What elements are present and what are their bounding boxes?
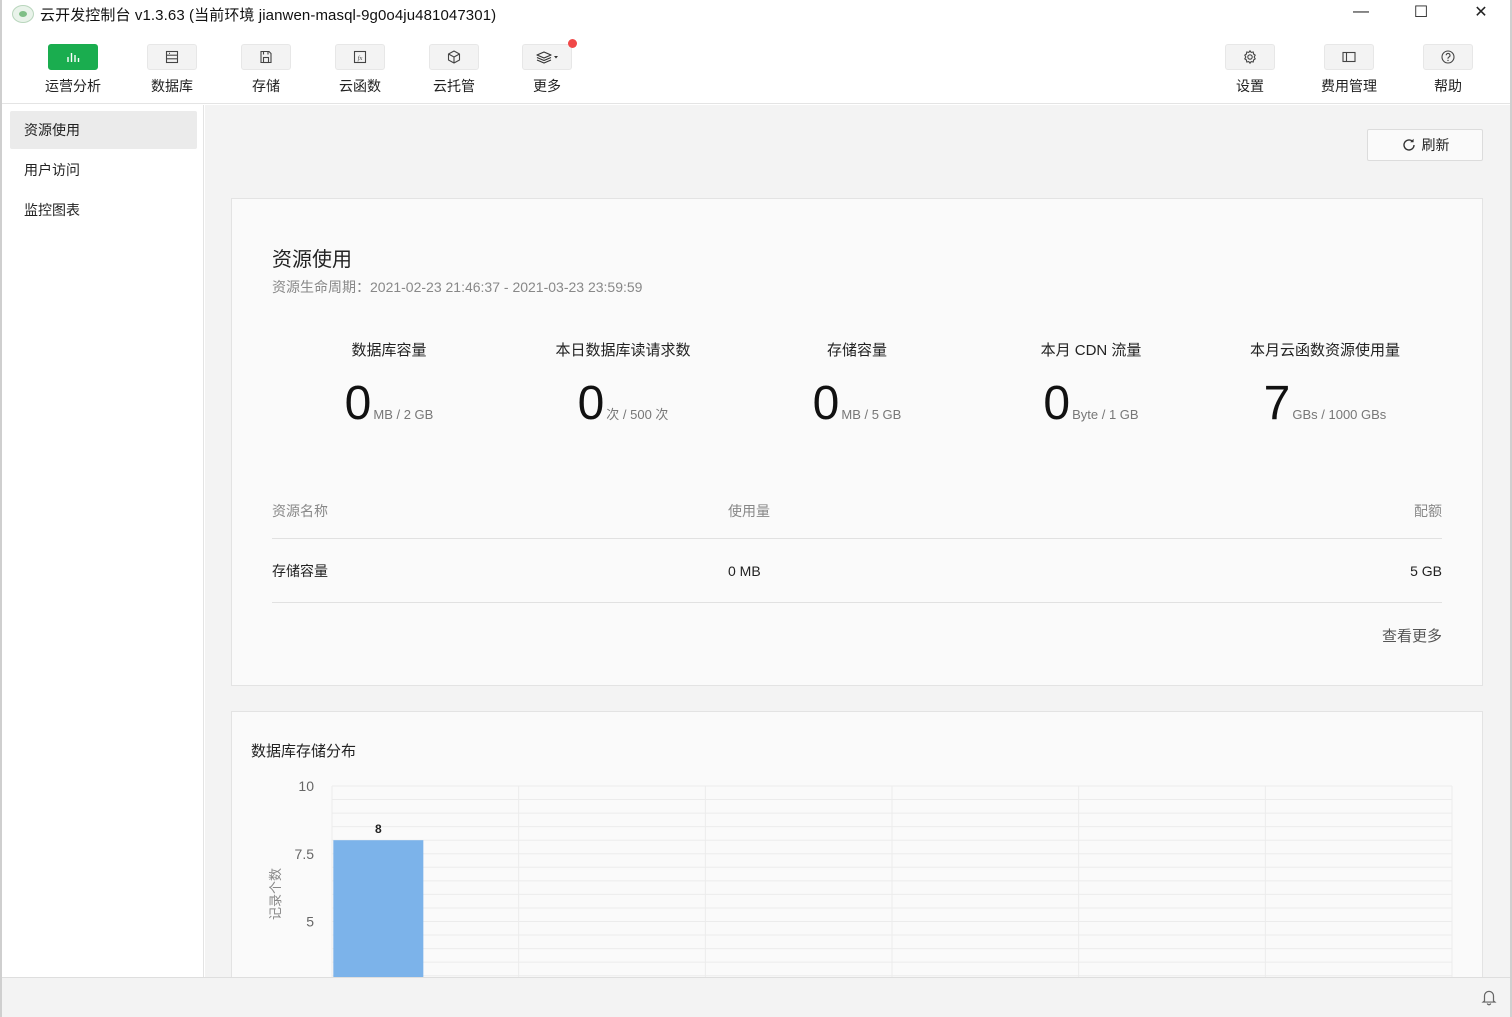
cell-quota: 5 GB: [1410, 563, 1442, 579]
metric-value: 0: [812, 377, 840, 430]
maximize-button[interactable]: ☐: [1392, 0, 1450, 24]
metric-label: 数据库容量: [351, 342, 427, 359]
sidebar: 资源使用 用户访问 监控图表: [2, 105, 204, 977]
metric-value: 7: [1263, 377, 1291, 430]
minimize-button[interactable]: —: [1332, 0, 1390, 24]
layers-dropdown-icon: [522, 39, 577, 70]
refresh-button[interactable]: 刷新: [1367, 129, 1483, 161]
bar-chart: 107.552.5记录个数82211: [268, 778, 1453, 977]
toolbar-cloud-hosting-button[interactable]: 云托管: [414, 44, 494, 96]
status-bar: [2, 977, 1510, 1017]
metric-label: 本月云函数资源使用量: [1249, 342, 1400, 359]
toolbar-label: 云托管: [433, 78, 475, 94]
toolbar-analytics-button[interactable]: 运营分析: [33, 44, 113, 96]
svg-text:fx: fx: [358, 55, 363, 62]
db-storage-chart-card: 数据库存储分布 107.552.5记录个数82211: [231, 711, 1483, 977]
y-axis-label: 记录个数: [268, 868, 283, 920]
close-button[interactable]: ✕: [1452, 0, 1510, 24]
main-content: 刷新 资源使用 资源生命周期：2021-02-23 21:46:37 - 202…: [205, 105, 1510, 977]
toolbar-label: 设置: [1236, 78, 1264, 94]
toolbar-storage-button[interactable]: 存储: [226, 44, 306, 96]
metric-label: 本日数据库读请求数: [555, 342, 691, 359]
toolbar-settings-button[interactable]: 设置: [1210, 44, 1290, 96]
toolbar-help-button[interactable]: 帮助: [1408, 44, 1488, 96]
main-toolbar: 运营分析 数据库 存储 fx 云函数 云托管 更多 设置 费用管理 帮助: [2, 28, 1510, 104]
sidebar-item-resource-usage[interactable]: 资源使用: [10, 111, 197, 149]
metric-function-usage: 本月云函数资源使用量 7 GBs / 1000 GBs: [1208, 339, 1442, 431]
help-icon: [1423, 44, 1473, 70]
toolbar-cloud-function-button[interactable]: fx 云函数: [320, 44, 400, 96]
refresh-icon: [1402, 138, 1415, 151]
y-tick-label: 5: [306, 914, 314, 930]
cube-icon: [429, 44, 479, 70]
refresh-label: 刷新: [1421, 137, 1450, 153]
toolbar-database-button[interactable]: 数据库: [132, 44, 212, 96]
bar-chart-icon: [48, 44, 98, 70]
table-row: 存储容量 0 MB 5 GB: [272, 540, 1442, 603]
column-header-name: 资源名称: [272, 503, 328, 519]
toolbar-label: 费用管理: [1321, 78, 1377, 94]
metric-label: 存储容量: [826, 342, 887, 359]
y-tick-label: 7.5: [295, 846, 315, 862]
metric-unit: 次 / 500 次: [606, 407, 669, 422]
column-header-quota: 配额: [1414, 503, 1442, 519]
metric-unit: GBs / 1000 GBs: [1292, 407, 1387, 422]
function-icon: fx: [335, 44, 385, 70]
notification-badge: [568, 39, 577, 48]
toolbar-label: 运营分析: [45, 78, 101, 94]
toolbar-label: 数据库: [151, 78, 193, 94]
app-logo-icon: [12, 5, 34, 23]
metric-value: 0: [344, 377, 372, 430]
cell-usage: 0 MB: [728, 563, 761, 579]
toolbar-label: 云函数: [339, 78, 381, 94]
metric-unit: Byte / 1 GB: [1072, 407, 1139, 422]
wallet-icon: [1324, 44, 1374, 70]
metric-storage-capacity: 存储容量 0 MB / 5 GB: [740, 339, 974, 431]
card-title: 资源使用: [272, 249, 352, 271]
toolbar-more-button[interactable]: 更多: [507, 39, 587, 96]
resource-table-header: 资源名称 使用量 配额: [272, 499, 1442, 539]
resource-usage-card: 资源使用 资源生命周期：2021-02-23 21:46:37 - 2021-0…: [231, 198, 1483, 686]
metric-db-reads: 本日数据库读请求数 0次 / 500 次: [506, 339, 740, 431]
data-label: 8: [375, 822, 382, 836]
metric-db-capacity: 数据库容量 0 MB / 2 GB: [272, 339, 506, 431]
metric-label: 本月 CDN 流量: [1040, 342, 1142, 359]
toolbar-billing-button[interactable]: 费用管理: [1309, 44, 1389, 96]
chart-bar: [333, 840, 424, 977]
window-title: 云开发控制台 v1.3.63 (当前环境 jianwen-masql-9g0o4…: [40, 6, 497, 24]
metric-cdn-traffic: 本月 CDN 流量 0 Byte / 1 GB: [974, 339, 1208, 431]
view-more-link[interactable]: 查看更多: [1382, 625, 1442, 646]
metric-value: 0: [577, 377, 605, 430]
cell-name: 存储容量: [272, 563, 328, 579]
sidebar-item-user-access[interactable]: 用户访问: [10, 151, 197, 189]
metric-value: 0: [1043, 377, 1071, 430]
metric-unit: MB / 2 GB: [373, 407, 434, 422]
toolbar-label: 帮助: [1434, 78, 1462, 94]
gear-icon: [1225, 44, 1275, 70]
toolbar-label: 存储: [252, 78, 280, 94]
database-icon: [147, 44, 197, 70]
app-window: 云开发控制台 v1.3.63 (当前环境 jianwen-masql-9g0o4…: [0, 0, 1512, 1017]
column-header-usage: 使用量: [728, 503, 770, 519]
metric-unit: MB / 5 GB: [841, 407, 902, 422]
bell-icon[interactable]: [1480, 988, 1498, 1006]
resource-lifecycle: 资源生命周期：2021-02-23 21:46:37 - 2021-03-23 …: [272, 279, 643, 295]
sidebar-item-monitor-charts[interactable]: 监控图表: [10, 191, 197, 229]
title-bar: 云开发控制台 v1.3.63 (当前环境 jianwen-masql-9g0o4…: [2, 0, 1510, 28]
toolbar-label: 更多: [533, 78, 561, 94]
storage-icon: [241, 44, 291, 70]
y-tick-label: 10: [298, 778, 314, 794]
